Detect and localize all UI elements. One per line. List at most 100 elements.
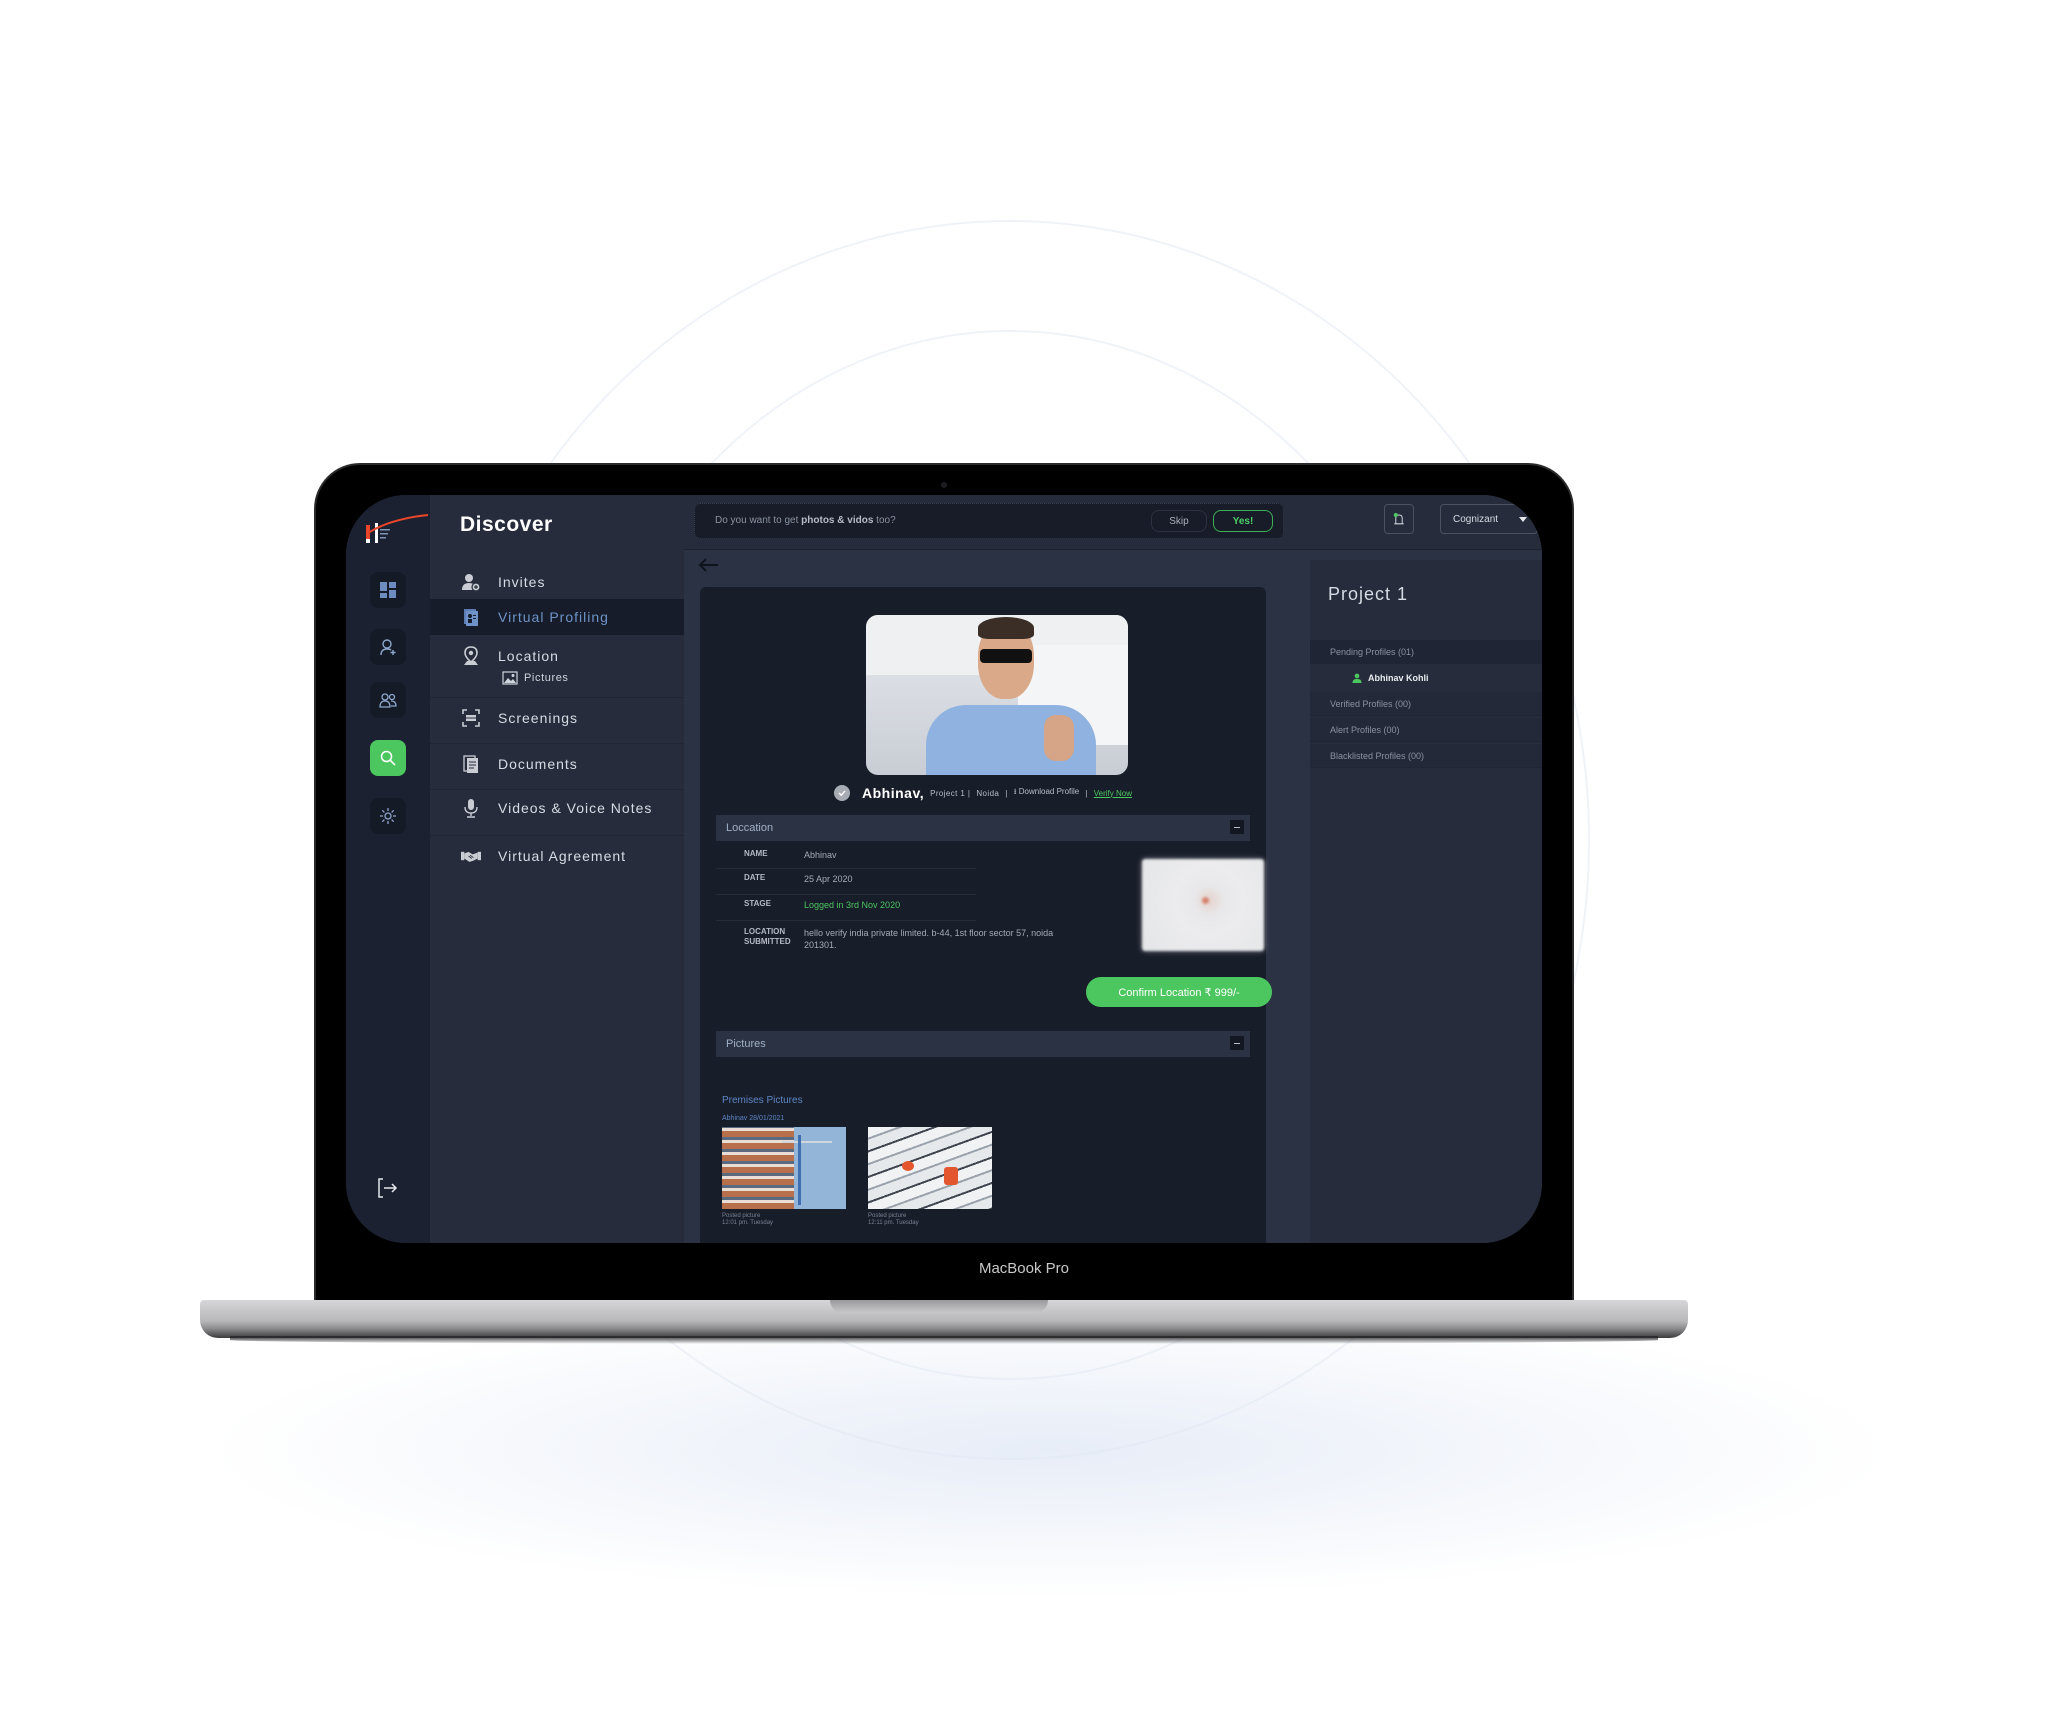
location-row-value: Abhinav (804, 850, 837, 860)
location-row-value: 25 Apr 2020 (804, 874, 853, 884)
notification-button[interactable] (1384, 504, 1414, 534)
nav-subitem-pictures[interactable]: Pictures (502, 671, 569, 685)
location-row-submitted: LOCATION SUBMITTED hello verify india pr… (716, 927, 1116, 957)
scan-icon (460, 707, 482, 729)
app-screen: Discover Invites Virtual Profiling Locat… (346, 495, 1542, 1243)
nav-subitem-label: Pictures (524, 672, 569, 684)
confirm-location-button[interactable]: Confirm Location ₹ 999/- (1086, 977, 1272, 1007)
yes-button[interactable]: Yes! (1213, 510, 1273, 532)
separator: | (1005, 788, 1008, 798)
nav-item-invites[interactable]: Invites (430, 567, 684, 597)
nav-item-label: Location (498, 648, 559, 664)
location-map-thumbnail[interactable] (1142, 859, 1264, 951)
pictures-section-title: Pictures (726, 1038, 766, 1050)
nav-item-location[interactable]: Location (430, 641, 684, 671)
pending-profiles-item[interactable]: Pending Profiles (01) (1310, 640, 1542, 664)
gear-icon (380, 808, 396, 824)
dashboard-icon (380, 582, 396, 598)
pending-profile-person[interactable]: Abhinav Kohli (1310, 664, 1542, 692)
image-icon (502, 671, 518, 685)
camera-dot (941, 482, 947, 488)
minus-icon (1234, 1042, 1240, 1044)
location-row-stage: STAGE Logged in 3rd Nov 2020 (716, 899, 976, 921)
verify-now-link[interactable]: Verify Now (1094, 789, 1132, 798)
nav-item-documents[interactable]: Documents (430, 749, 684, 779)
location-row-value: Logged in 3rd Nov 2020 (804, 900, 901, 910)
laptop-shadow (230, 1336, 1658, 1344)
company-dropdown-value: Cognizant (1453, 513, 1499, 525)
nav-item-label: Virtual Agreement (498, 848, 627, 864)
nav-item-label: Videos & Voice Notes (498, 800, 653, 816)
nav-item-virtual-profiling[interactable]: Virtual Profiling (430, 599, 684, 635)
location-row-name: NAME Abhinav (716, 849, 976, 869)
project-title: Project 1 (1328, 584, 1409, 604)
premises-picture-1[interactable] (722, 1127, 846, 1209)
premises-picture-2[interactable] (868, 1127, 992, 1209)
device-brand-label: MacBook Pro (978, 1260, 1070, 1277)
nav-item-screenings[interactable]: Screenings (430, 703, 684, 733)
location-row-label: LOCATION SUBMITTED (744, 927, 791, 946)
profile-photo (866, 615, 1128, 775)
arrow-left-icon (698, 558, 718, 572)
media-prompt-text: Do you want to get photos & vidos too? (715, 515, 896, 526)
documents-icon (460, 753, 482, 775)
brand-logo (366, 513, 430, 553)
rail-settings-button[interactable] (370, 798, 406, 834)
profile-summary: Abhinav, Project 1 | Noida | ⭳ Download … (700, 785, 1266, 801)
nav-title: Discover (460, 513, 553, 536)
search-icon (380, 750, 396, 766)
collapse-location-button[interactable] (1230, 820, 1244, 834)
nav-item-label: Documents (498, 756, 578, 772)
invite-user-icon (460, 571, 482, 593)
premises-pictures-subtitle: Abhinav 28/01/2021 (722, 1115, 785, 1122)
icon-rail (346, 495, 430, 1243)
logout-icon (378, 1178, 398, 1198)
top-bar: Do you want to get photos & vidos too? S… (684, 495, 1542, 550)
media-prompt-banner: Do you want to get photos & vidos too? S… (694, 503, 1284, 539)
nav-divider (430, 835, 684, 836)
premises-pictures-title: Premises Pictures (722, 1095, 803, 1106)
collapse-pictures-button[interactable] (1230, 1036, 1244, 1050)
location-section-header[interactable]: Loccation (716, 815, 1250, 841)
download-profile-link[interactable]: ⭳ Download Profile (1014, 786, 1080, 800)
nav-item-virtual-agreement[interactable]: Virtual Agreement (430, 841, 684, 871)
alert-profiles-item[interactable]: Alert Profiles (00) (1310, 718, 1542, 742)
location-section-title: Loccation (726, 822, 774, 834)
rail-discover-button[interactable] (370, 740, 406, 776)
rail-add-user-button[interactable] (370, 629, 406, 665)
skip-button[interactable]: Skip (1151, 510, 1207, 532)
location-row-date: DATE 25 Apr 2020 (716, 873, 976, 895)
users-icon (379, 693, 397, 708)
location-row-value: hello verify india private limited. b-44… (804, 928, 1054, 950)
microphone-icon (460, 797, 482, 819)
nav-item-videos-voice-notes[interactable]: Videos & Voice Notes (430, 793, 684, 823)
profile-detail-card: Abhinav, Project 1 | Noida | ⭳ Download … (700, 587, 1272, 1243)
back-button[interactable] (696, 555, 720, 575)
location-row-label: NAME (744, 849, 768, 858)
pictures-section-header[interactable]: Pictures (716, 1031, 1250, 1057)
rail-dashboard-button[interactable] (370, 572, 406, 608)
profile-name: Abhinav, (862, 785, 925, 801)
project-panel: Project 1 Pending Profiles (01) Abhinav … (1310, 560, 1542, 1243)
rail-users-button[interactable] (370, 682, 406, 718)
verified-profiles-item[interactable]: Verified Profiles (00) (1310, 692, 1542, 716)
background-glow (200, 1300, 1900, 1600)
map-pin-icon (1202, 897, 1209, 904)
picture-caption: Posted picture 12:01 pm. Tuesday (722, 1213, 774, 1226)
location-row-label: STAGE (744, 899, 771, 908)
handshake-icon (460, 845, 482, 867)
nav-item-label: Invites (498, 574, 546, 590)
logout-button[interactable] (374, 1175, 400, 1201)
location-pin-icon (460, 645, 482, 667)
nav-divider (430, 697, 684, 698)
laptop-notch (830, 1300, 1048, 1313)
minus-icon (1234, 826, 1240, 828)
blacklisted-profiles-item[interactable]: Blacklisted Profiles (00) (1310, 744, 1542, 768)
profile-project: Project 1 | (930, 788, 971, 798)
picture-caption: Posted picture 12:11 pm. Tuesday (868, 1213, 919, 1226)
company-dropdown[interactable]: Cognizant (1440, 504, 1538, 534)
nav-item-label: Virtual Profiling (498, 609, 609, 625)
nav-item-label: Screenings (498, 710, 579, 726)
discover-nav: Discover Invites Virtual Profiling Locat… (430, 495, 684, 1243)
add-user-icon (380, 639, 396, 656)
